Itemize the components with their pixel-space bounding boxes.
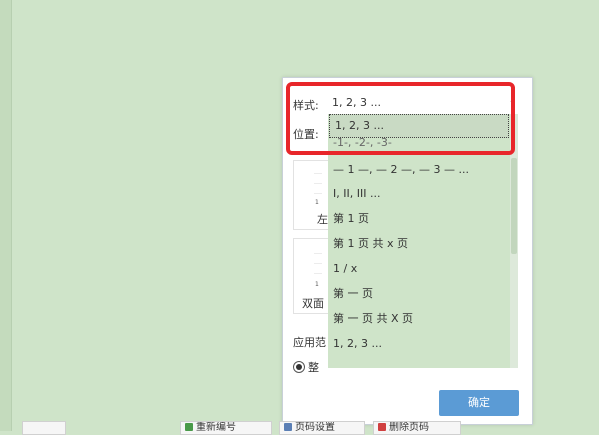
delete-icon [378,423,386,431]
taskbar-blank-tab[interactable] [22,421,66,435]
thumb-left-caption: 左 [317,213,328,226]
ok-button[interactable]: 确定 [439,390,519,416]
thumb-double-caption: 双面 [302,297,324,310]
dropdown-item[interactable]: 第 1 页 [328,207,510,231]
apply-range-radio-label: 整 [308,361,319,374]
renumber-icon [185,423,193,431]
dropdown-item[interactable]: 1, 2, 3 ... [328,332,510,356]
thumb-left-number: 1 [315,199,319,206]
thumb-double-number: 1 [315,281,319,288]
apply-range-label: 应用范 [293,336,326,349]
dropdown-item[interactable]: 第 1 页 共 x 页 [328,232,510,256]
page-settings-icon [284,423,292,431]
apply-range-radio[interactable] [293,361,305,373]
dropdown-item[interactable]: I, II, III ... [328,182,510,206]
style-select-value: 1, 2, 3 ... [332,96,381,109]
dropdown-item[interactable]: 第 一 页 [328,282,510,306]
style-dropdown-list: 1, 2, 3 ... -1-, -2-, -3- — 1 —, — 2 —, … [328,114,510,368]
scrollbar-thumb[interactable] [511,158,517,254]
taskbar-tab-page-settings[interactable]: 页码设置 [279,421,365,435]
dropdown-item[interactable]: 1 / x [328,257,510,281]
style-label: 样式: [293,99,319,112]
dropdown-item[interactable]: — 1 —, — 2 —, — 3 — ... [328,158,510,182]
style-select[interactable]: 1, 2, 3 ... ⌄ [328,91,518,115]
page-number-dialog: 样式: 1, 2, 3 ... ⌄ 位置: 1 左 1 双面 应用范 整 1, … [282,77,533,425]
taskbar-tab-label: 删除页码 [389,422,429,433]
position-label: 位置: [293,128,319,141]
dropdown-scrollbar[interactable] [510,114,518,368]
taskbar-tab-delete-page-number[interactable]: 删除页码 [373,421,461,435]
taskbar-tab-renumber[interactable]: 重新编号 [180,421,272,435]
dropdown-item[interactable]: -1-, -2-, -3- [328,131,510,155]
dropdown-item[interactable]: 第 一 页 共 X 页 [328,307,510,331]
chevron-down-icon: ⌄ [508,96,516,106]
left-edge-strip [0,0,12,431]
taskbar-tab-label: 页码设置 [295,422,335,433]
taskbar-tab-label: 重新编号 [196,422,236,433]
